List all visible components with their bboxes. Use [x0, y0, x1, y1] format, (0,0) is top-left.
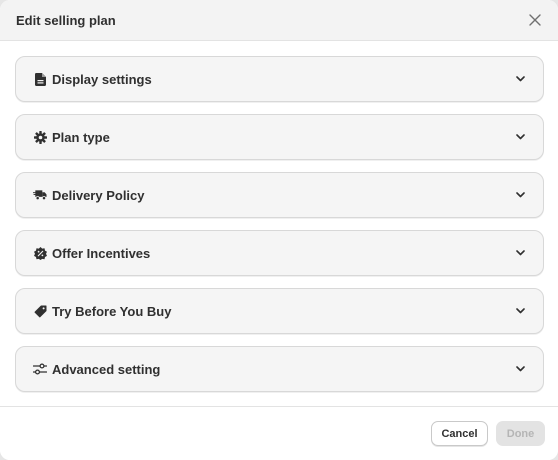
section-advanced-setting[interactable]: Advanced setting	[15, 346, 544, 392]
chevron-down-icon[interactable]	[515, 248, 525, 258]
discount-icon	[33, 246, 47, 260]
section-display-settings[interactable]: Display settings	[15, 56, 544, 102]
chevron-down-icon[interactable]	[515, 190, 525, 200]
chevron-down-icon[interactable]	[515, 306, 525, 316]
cancel-button[interactable]: Cancel	[431, 421, 488, 446]
section-label: Offer Incentives	[52, 245, 151, 261]
edit-selling-plan-modal: Edit selling plan Display settings Plan …	[0, 0, 558, 460]
section-delivery-policy[interactable]: Delivery Policy	[15, 172, 544, 218]
sliders-icon	[33, 362, 47, 376]
section-try-before-you-buy[interactable]: Try Before You Buy	[15, 288, 544, 334]
document-icon	[33, 72, 47, 86]
truck-icon	[33, 188, 47, 202]
gear-icon	[33, 130, 47, 144]
modal-footer: Cancel Done	[0, 406, 558, 460]
section-label: Delivery Policy	[52, 187, 145, 203]
section-plan-type[interactable]: Plan type	[15, 114, 544, 160]
section-label: Display settings	[52, 71, 152, 87]
chevron-down-icon[interactable]	[515, 132, 525, 142]
modal-body: Display settings Plan type Delivery Poli…	[0, 41, 558, 392]
section-label: Advanced setting	[52, 361, 161, 377]
section-offer-incentives[interactable]: Offer Incentives	[15, 230, 544, 276]
section-label: Plan type	[52, 129, 110, 145]
modal-title: Edit selling plan	[16, 12, 116, 28]
chevron-down-icon[interactable]	[515, 74, 525, 84]
done-button[interactable]: Done	[496, 421, 545, 446]
section-label: Try Before You Buy	[52, 303, 172, 319]
tag-icon	[33, 304, 47, 318]
close-icon[interactable]	[527, 12, 543, 28]
modal-header: Edit selling plan	[0, 0, 558, 41]
chevron-down-icon[interactable]	[515, 364, 525, 374]
